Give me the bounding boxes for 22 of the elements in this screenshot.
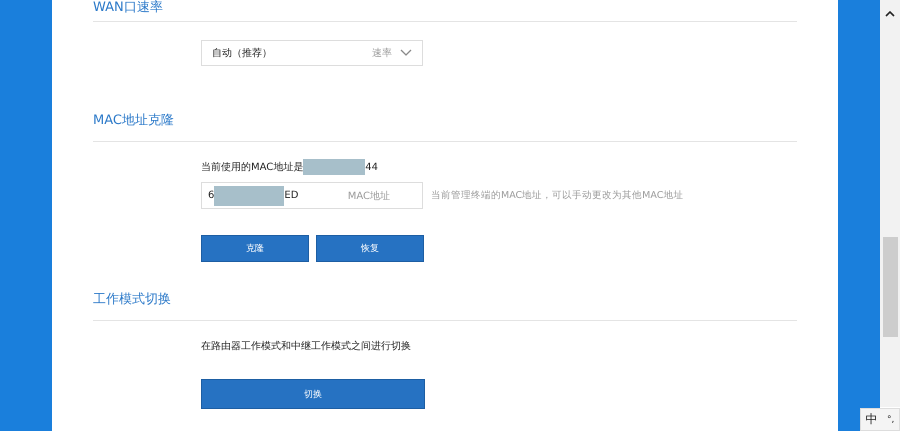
scrollbar[interactable] [880,0,900,407]
section-title: WAN口速率 [93,0,164,16]
field-label: 速率 [372,46,392,60]
ime-bar[interactable]: 中 °, [860,408,900,431]
switch-button[interactable]: 切换 [201,379,425,409]
section-title: 工作模式切换 [93,292,172,308]
ime-mode[interactable]: 中 [866,411,878,428]
chevron-down-icon [400,49,412,57]
section-title: MAC地址克隆 [93,113,175,129]
action-button[interactable]: 克隆 [201,235,309,262]
mac-input-field[interactable]: 6 ED MAC地址 [201,182,423,209]
scroll-thumb[interactable] [882,237,898,337]
current-mac-text: 44 [365,162,378,172]
action-button[interactable]: 恢复 [316,235,424,262]
ime-punctuation[interactable]: °, [886,414,894,424]
current-mac-text: 当前使用的MAC地址是 [201,160,304,174]
scroll-up-icon[interactable] [885,10,895,17]
speed-select[interactable]: 自动（推荐） 速率 [201,40,423,66]
redaction-block [303,159,366,175]
hint-text: 当前管理终端的MAC地址，可以手动更改为其他MAC地址 [431,189,684,202]
description-text: 在路由器工作模式和中继工作模式之间进行切换 [201,340,411,353]
select-value: 自动（推荐） [212,46,273,60]
